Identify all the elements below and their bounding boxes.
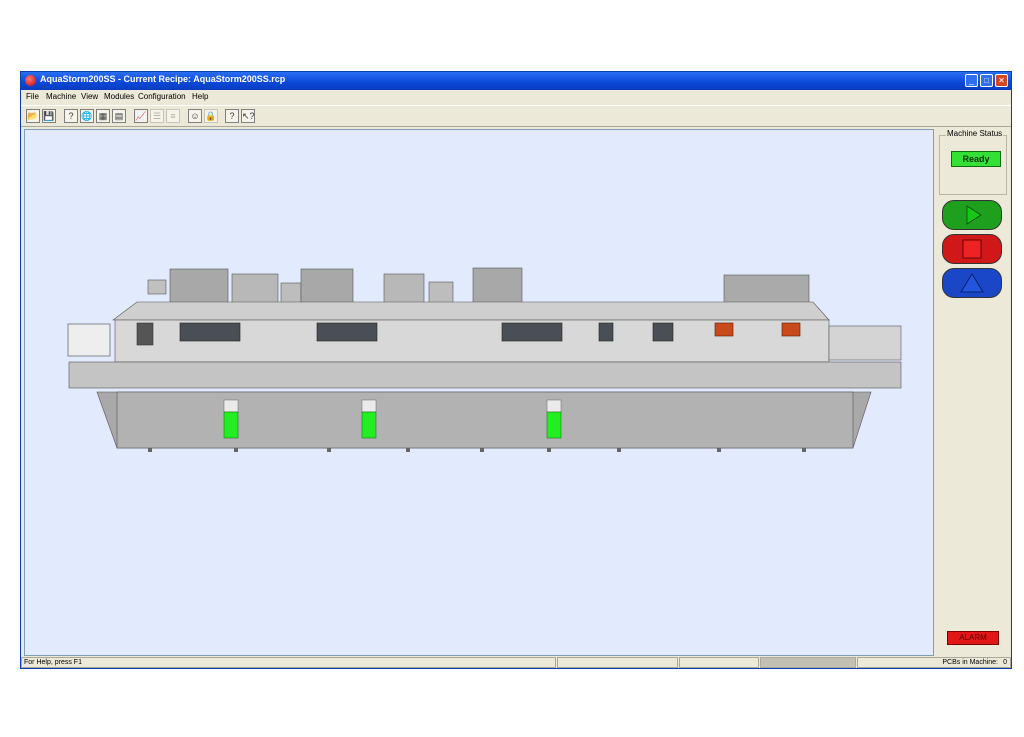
- stop-button[interactable]: [942, 234, 1002, 264]
- grid-icon[interactable]: ▦: [96, 109, 110, 123]
- maximize-button[interactable]: □: [980, 74, 993, 87]
- calculator-icon[interactable]: ▤: [112, 109, 126, 123]
- menu-modules[interactable]: Modules: [104, 92, 134, 101]
- minimize-button[interactable]: _: [965, 74, 978, 87]
- help-icon[interactable]: ?: [64, 109, 78, 123]
- eject-button[interactable]: [942, 268, 1002, 298]
- context-help-icon[interactable]: ↖?: [241, 109, 255, 123]
- pcb-count: 0: [1003, 659, 1007, 666]
- status-cell: [557, 657, 678, 668]
- title-bar[interactable]: AquaStorm200SS - Current Recipe: AquaSto…: [21, 72, 1011, 90]
- about-icon[interactable]: ?: [225, 109, 239, 123]
- list-alt-icon[interactable]: ≡: [166, 109, 180, 123]
- pcb-count-label: PCBs in Machine:: [942, 659, 998, 666]
- chart-icon[interactable]: 📈: [134, 109, 148, 123]
- machine-status-group: Machine Status Ready: [939, 129, 1007, 195]
- status-cell: [679, 657, 759, 668]
- menu-file[interactable]: File: [26, 92, 39, 101]
- progress-cell: [760, 657, 856, 668]
- status-bar: For Help, press F1 PCBs in Machine: 0: [21, 657, 1011, 668]
- user-icon[interactable]: ☺: [188, 109, 202, 123]
- triangle-icon: [960, 273, 984, 293]
- machine-illustration: [67, 267, 902, 452]
- toolbar: 📂 💾 ? 🌐 ▦ ▤ 📈 ☰ ≡ ☺ 🔒 ? ↖?: [21, 105, 1011, 127]
- help-hint: For Help, press F1: [24, 659, 82, 666]
- menu-machine[interactable]: Machine: [46, 92, 76, 101]
- menu-bar: File Machine View Modules Configuration …: [21, 90, 1011, 104]
- globe-icon[interactable]: 🌐: [80, 109, 94, 123]
- side-panel: Machine Status Ready ALARM: [937, 129, 1009, 656]
- machine-status-label: Machine Status: [946, 129, 1004, 138]
- open-icon[interactable]: 📂: [26, 109, 40, 123]
- close-button[interactable]: ✕: [995, 74, 1008, 87]
- lock-icon[interactable]: 🔒: [204, 109, 218, 123]
- stop-icon: [962, 239, 982, 259]
- window-title: AquaStorm200SS - Current Recipe: AquaSto…: [40, 74, 286, 84]
- status-badge: Ready: [951, 151, 1001, 167]
- play-icon: [966, 205, 982, 225]
- help-hint-cell: For Help, press F1: [21, 657, 556, 668]
- menu-view[interactable]: View: [81, 92, 98, 101]
- app-window: AquaStorm200SS - Current Recipe: AquaSto…: [20, 71, 1012, 669]
- app-logo-icon: [25, 75, 36, 86]
- pcb-count-cell: PCBs in Machine: 0: [857, 657, 1011, 668]
- save-icon[interactable]: 💾: [42, 109, 56, 123]
- start-button[interactable]: [942, 200, 1002, 230]
- menu-help[interactable]: Help: [192, 92, 208, 101]
- alarm-indicator[interactable]: ALARM: [947, 631, 999, 645]
- machine-view[interactable]: [24, 129, 934, 656]
- menu-configuration[interactable]: Configuration: [138, 92, 186, 101]
- list-icon[interactable]: ☰: [150, 109, 164, 123]
